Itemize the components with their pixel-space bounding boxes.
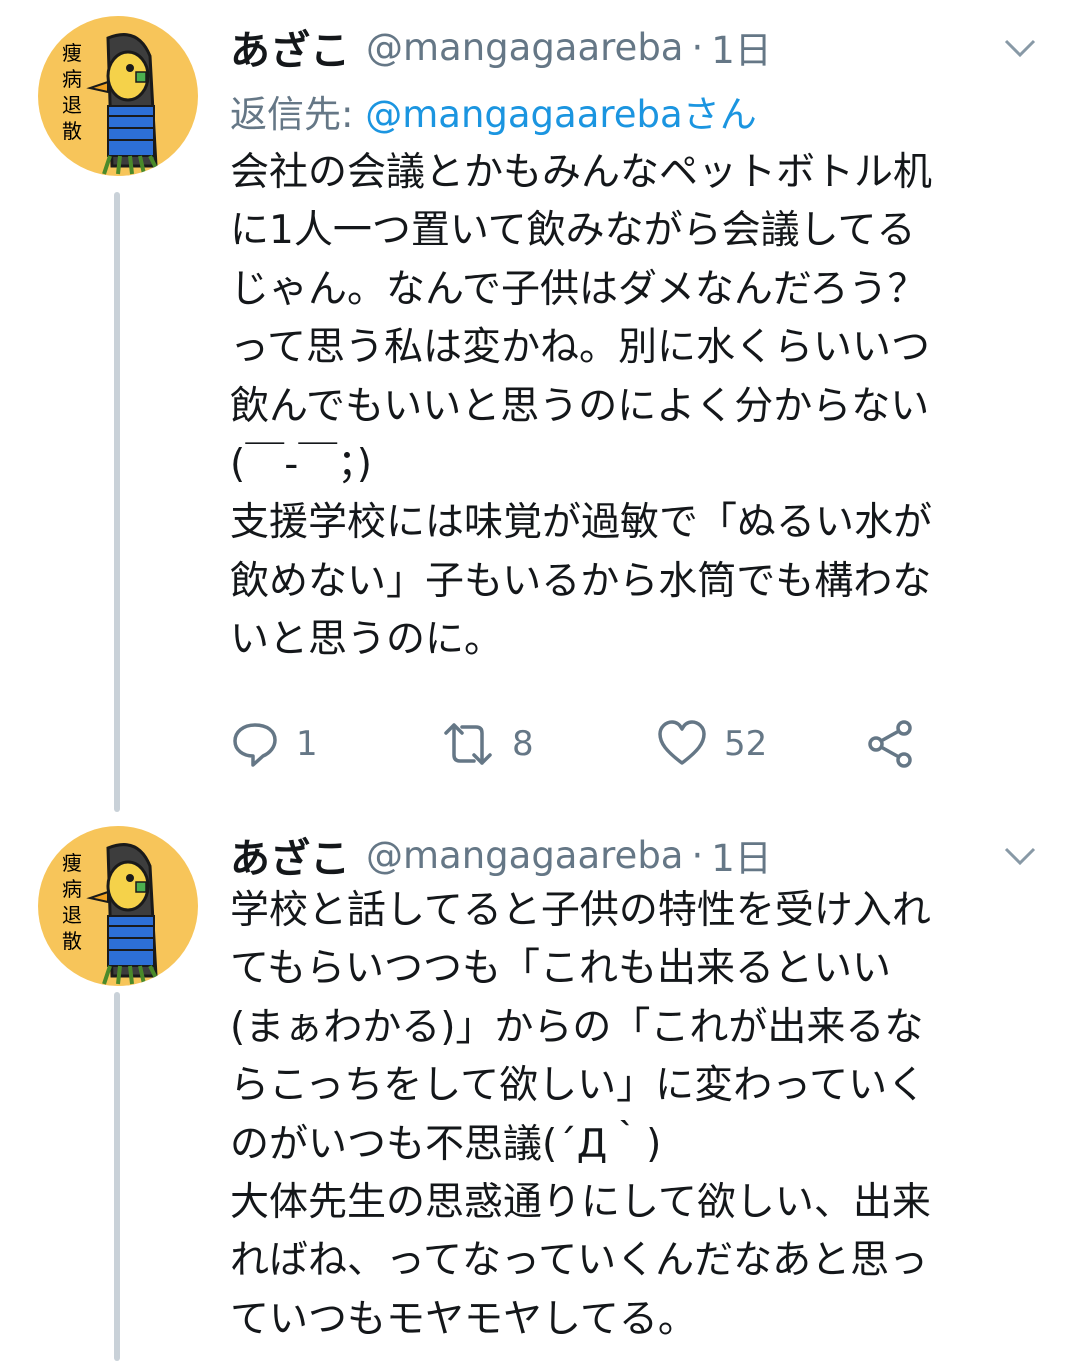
retweet-icon bbox=[444, 723, 492, 765]
tweet-header: あざこ @mangagaareba · 1日 bbox=[230, 14, 772, 80]
reply-button[interactable]: 1 bbox=[230, 714, 318, 774]
tweet-text-line: ればね、ってなっていくんだなあと思っ bbox=[230, 1238, 929, 1284]
tweet-text: 学校と話してると子供の特性を受け入れ てもらいつつも「これも出来るといい (まぁ… bbox=[230, 882, 1060, 1349]
avatar-kanji: 散 bbox=[62, 929, 82, 953]
avatar-kanji: 痩 bbox=[62, 41, 82, 65]
avatar-kanji: 病 bbox=[62, 67, 82, 91]
tweet[interactable]: 痩 病 退 散 あざこ @mangagaareba · 1日 学校と話してると子… bbox=[0, 822, 1080, 1361]
avatar-kanji: 病 bbox=[62, 877, 82, 901]
reply-icon bbox=[233, 723, 277, 767]
avatar-kanji: 散 bbox=[62, 119, 82, 143]
share-icon bbox=[868, 720, 912, 768]
like-button[interactable]: 52 bbox=[656, 714, 767, 774]
reply-to: 返信先: @mangagaarebaさん bbox=[230, 84, 757, 138]
tweet-text-line: じゃん。なんで子供はダメなんだろう？ bbox=[230, 266, 927, 312]
timestamp[interactable]: 1日 bbox=[711, 20, 772, 74]
separator-dot: · bbox=[691, 833, 704, 877]
username[interactable]: @mangagaareba bbox=[366, 834, 683, 877]
tweet-header: あざこ @mangagaareba · 1日 bbox=[230, 822, 772, 888]
display-name[interactable]: あざこ bbox=[230, 18, 350, 76]
separator-dot: · bbox=[691, 25, 704, 69]
chevron-down-icon[interactable] bbox=[1002, 30, 1038, 66]
tweet-text-line: (まぁわかる)」からの「これが出来るな bbox=[230, 1004, 924, 1050]
retweet-button[interactable]: 8 bbox=[440, 714, 534, 774]
tweet-text-line: ていつもモヤモヤしてる。 bbox=[230, 1296, 697, 1342]
tweet-text-line: らこっちをして欲しい」に変わっていく bbox=[230, 1063, 927, 1109]
chevron-down-icon[interactable] bbox=[1002, 838, 1038, 874]
tweet-text-line: いと思うのに。 bbox=[230, 617, 504, 663]
avatar-kanji: 痩 bbox=[62, 851, 82, 875]
reply-count: 1 bbox=[296, 724, 318, 764]
retweet-count: 8 bbox=[512, 724, 534, 764]
tweet-text-line: って思う私は変かね。別に水くらいいつ bbox=[230, 325, 931, 371]
tweet-text-line: 飲めない」子もいるから水筒でも構わな bbox=[230, 558, 932, 604]
tweet-text-line: 学校と話してると子供の特性を受け入れ bbox=[230, 888, 931, 933]
share-button[interactable] bbox=[864, 714, 916, 774]
tweet-text-line: てもらいつつも「これも出来るといい bbox=[230, 946, 892, 992]
tweet-text-line: 支援学校には味覚が過敏で「ぬるい水が bbox=[230, 500, 933, 546]
tweet-text-line: のがいつも不思議(´Д｀) bbox=[230, 1121, 662, 1167]
timestamp[interactable]: 1日 bbox=[711, 828, 772, 882]
tweet-text-line: (￣-￣；) bbox=[230, 442, 373, 488]
avatar[interactable]: 痩 病 退 散 bbox=[38, 16, 198, 176]
tweet-text-line: 大体先生の思惑通りにして欲しい、出来 bbox=[230, 1180, 931, 1226]
avatar[interactable]: 痩 病 退 散 bbox=[38, 826, 198, 986]
tweet-text-line: 会社の会議とかもみんなペットボトル机 bbox=[230, 150, 933, 195]
tweet-actions: 1 8 52 bbox=[230, 714, 990, 774]
tweet[interactable]: 痩 病 退 散 あざこ @mangagaareba · 1日 返信先: @man… bbox=[0, 14, 1080, 794]
username[interactable]: @mangagaareba bbox=[366, 26, 683, 69]
tweet-text-line: 飲んでもいいと思うのによく分からない bbox=[230, 383, 930, 429]
tweet-text: 会社の会議とかもみんなペットボトル机 に1人一つ置いて飲みながら会議してる じゃ… bbox=[230, 144, 1060, 670]
like-count: 52 bbox=[724, 724, 768, 764]
avatar-kanji: 退 bbox=[62, 903, 82, 927]
tweet-text-line: に1人一つ置いて飲みながら会議してる bbox=[230, 208, 916, 254]
reply-to-label: 返信先: bbox=[230, 93, 354, 136]
heart-icon bbox=[658, 720, 706, 765]
avatar-kanji: 退 bbox=[62, 93, 82, 117]
reply-mention-link[interactable]: @mangagaarebaさん bbox=[365, 93, 756, 136]
display-name[interactable]: あざこ bbox=[230, 826, 350, 884]
